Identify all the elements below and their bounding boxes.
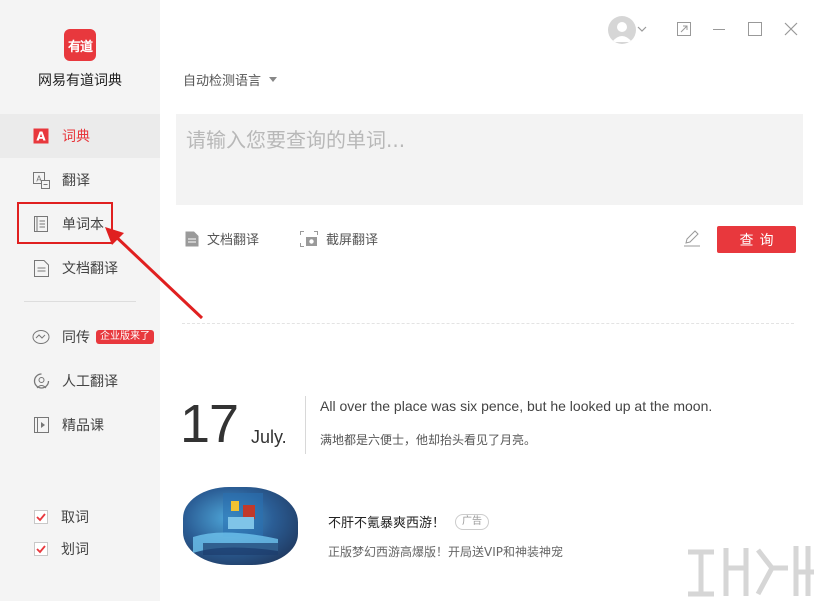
checkmark-icon bbox=[36, 513, 46, 522]
checkbox[interactable] bbox=[34, 510, 48, 524]
sidebar-item-translate[interactable]: A 翻译 bbox=[0, 158, 160, 202]
edit-icon[interactable] bbox=[683, 229, 701, 251]
checkbox[interactable] bbox=[34, 542, 48, 556]
sidebar-item-human-translate[interactable]: 人工翻译 bbox=[0, 359, 160, 403]
divider bbox=[182, 323, 794, 324]
translate-icon: A bbox=[32, 171, 50, 189]
option-label: 取词 bbox=[61, 510, 89, 526]
user-avatar[interactable] bbox=[608, 16, 636, 44]
app-logo: 有道 bbox=[64, 29, 96, 61]
document-icon bbox=[32, 259, 50, 277]
screenshot-translate-button[interactable]: 截屏翻译 bbox=[300, 229, 378, 248]
sidebar-item-courses[interactable]: 精品课 bbox=[0, 403, 160, 447]
screenshot-translate-label: 截屏翻译 bbox=[326, 233, 379, 248]
daily-month: July. bbox=[251, 427, 287, 447]
ad-title[interactable]: 不肝不氪暴爽西游！ 广告 bbox=[328, 512, 490, 531]
sidebar-item-label: 人工翻译 bbox=[62, 374, 118, 390]
maximize-icon[interactable] bbox=[746, 20, 764, 38]
language-select-label: 自动检测语言 bbox=[183, 74, 262, 89]
enterprise-badge: 企业版来了 bbox=[96, 330, 154, 344]
sidebar-item-label: 翻译 bbox=[62, 173, 90, 189]
minimize-icon[interactable] bbox=[710, 20, 728, 38]
svg-text:A: A bbox=[36, 130, 46, 144]
ad-subtitle[interactable]: 正版梦幻西游高爆版！开局送VIP和神装神宠 bbox=[328, 543, 563, 560]
caret-down-icon bbox=[269, 77, 278, 82]
ad-image[interactable] bbox=[183, 487, 298, 565]
interpret-icon bbox=[32, 328, 50, 346]
doc-translate-button[interactable]: 文档翻译 bbox=[185, 229, 259, 248]
search-input[interactable] bbox=[176, 114, 803, 205]
dictionary-icon: A bbox=[32, 127, 50, 145]
ad-title-text: 不肝不氪暴爽西游！ bbox=[328, 516, 446, 531]
human-translate-icon bbox=[32, 372, 50, 390]
sidebar-item-label: 词典 bbox=[62, 129, 90, 145]
ad-tag: 广告 bbox=[455, 513, 490, 530]
checkmark-icon bbox=[36, 545, 46, 554]
annotation-highlight-box bbox=[17, 202, 113, 244]
option-capture-word[interactable]: 取词 bbox=[34, 507, 89, 527]
close-icon[interactable] bbox=[782, 20, 800, 38]
daily-sentence-zh: 满地都是六便士，他却抬头看见了月亮。 bbox=[320, 433, 537, 447]
daily-day: 17 bbox=[180, 394, 239, 454]
daily-divider bbox=[305, 396, 306, 454]
sidebar-item-label: 同传 bbox=[62, 330, 90, 346]
screenshot-icon bbox=[300, 230, 318, 247]
mini-mode-icon[interactable] bbox=[675, 20, 693, 38]
course-icon bbox=[32, 416, 50, 434]
app-name: 网易有道词典 bbox=[38, 73, 122, 89]
option-select-word[interactable]: 划词 bbox=[34, 539, 89, 559]
query-button[interactable]: 查询 bbox=[717, 226, 796, 253]
chevron-down-icon[interactable] bbox=[636, 20, 648, 38]
daily-sentence-en[interactable]: All over the place was six pence, but he… bbox=[320, 398, 712, 414]
watermark-logo bbox=[688, 546, 814, 597]
sidebar-item-dictionary[interactable]: A 词典 bbox=[0, 114, 160, 158]
option-label: 划词 bbox=[61, 542, 89, 558]
doc-translate-label: 文档翻译 bbox=[207, 233, 260, 248]
document-icon bbox=[185, 231, 199, 246]
sidebar-item-label: 精品课 bbox=[62, 418, 104, 434]
language-select[interactable]: 自动检测语言 bbox=[183, 70, 278, 89]
